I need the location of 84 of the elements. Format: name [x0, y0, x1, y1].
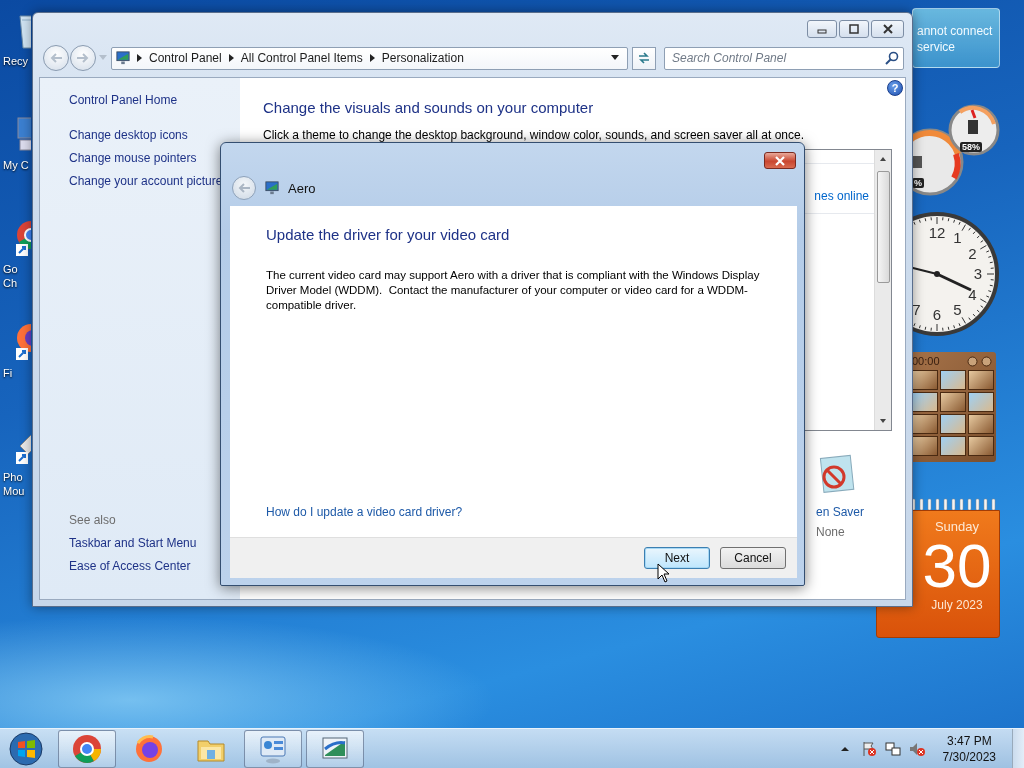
puzzle-tile[interactable]	[912, 392, 938, 412]
gauge-reading: 58%	[960, 142, 982, 152]
left-arrow-icon	[49, 52, 63, 64]
desktop-icon-label[interactable]: Recy	[3, 54, 29, 68]
chevron-icon[interactable]	[369, 54, 375, 62]
desktop-icon-label[interactable]: Fi	[3, 366, 13, 380]
firefox-icon	[133, 732, 165, 765]
computer-icon[interactable]	[14, 114, 31, 154]
monitor-icon	[116, 51, 130, 65]
puzzle-tile[interactable]	[940, 414, 966, 434]
puzzle-tile[interactable]	[940, 436, 966, 456]
desktop-icon-label[interactable]: My C	[3, 158, 29, 172]
close-button[interactable]	[871, 20, 904, 38]
clock-numeral: 5	[953, 300, 962, 318]
breadcrumb-item[interactable]: All Control Panel Items	[240, 51, 363, 65]
left-arrow-icon	[237, 182, 251, 194]
puzzle-timer: 00:00	[912, 355, 940, 367]
puzzle-tile[interactable]	[940, 370, 966, 390]
clock-time[interactable]: 3:47 PM	[946, 732, 992, 749]
puzzle-tile[interactable]	[968, 392, 994, 412]
search-icon[interactable]	[885, 50, 899, 65]
taskbar-button[interactable]	[306, 729, 364, 768]
sidebar-link[interactable]: Control Panel Home	[69, 93, 240, 107]
circle-icon[interactable]	[967, 355, 978, 367]
puzzle-tile[interactable]	[968, 370, 994, 390]
breadcrumb-item[interactable]: Control Panel	[149, 51, 222, 65]
calendar-day: 30	[922, 534, 992, 598]
chevron-icon[interactable]	[137, 54, 142, 62]
calendar-weekday: Sunday	[934, 519, 980, 534]
gadget-message: annot connect service	[912, 8, 1000, 68]
taskbar-button[interactable]	[58, 729, 116, 768]
display-icon	[265, 181, 279, 195]
next-button[interactable]: Next	[644, 547, 710, 569]
desktop-icon-label[interactable]: Go Ch	[3, 262, 18, 290]
refresh-icon	[637, 51, 651, 65]
close-button[interactable]	[764, 152, 796, 169]
caret-icon[interactable]	[611, 55, 619, 61]
puzzle-tile[interactable]	[912, 436, 938, 456]
dialog-message: The current video card may support Aero with a driver that is compliant with the Windows Display Driver Model (WDDM). Contact the manufacturer of your computer or video card for a WDDM-compatible driver.	[266, 268, 761, 313]
screen-saver-value: None	[816, 525, 845, 539]
see-also-heading: See also	[69, 513, 117, 527]
maximize-button[interactable]	[839, 20, 869, 38]
page-heading: Change the visuals and sounds on your computer	[263, 99, 595, 117]
start-orb-icon	[8, 730, 44, 767]
circle-icon[interactable]	[981, 355, 992, 367]
clock-numeral: 4	[968, 285, 977, 303]
close-icon	[774, 155, 786, 166]
cursor-icon	[657, 563, 670, 583]
dialog-title: Aero	[288, 180, 316, 196]
puzzle-tile[interactable]	[968, 436, 994, 456]
breadcrumb-item[interactable]: Personalization	[381, 51, 464, 65]
puzzle-tile[interactable]	[912, 414, 938, 434]
desktop-icon-label[interactable]: Pho Mou	[3, 470, 25, 498]
puzzle-tile[interactable]	[968, 414, 994, 434]
clock-numeral: 6	[932, 306, 942, 323]
taskbar-button[interactable]	[244, 729, 302, 768]
clock-numeral: 12	[928, 224, 946, 241]
search-field[interactable]: Search Control Panel	[664, 46, 904, 70]
close-icon	[881, 24, 894, 34]
calendar-month: July 2023	[931, 598, 983, 612]
network-icon[interactable]	[884, 740, 901, 757]
clock-numeral: 7	[912, 300, 921, 318]
puzzle-tile[interactable]	[912, 370, 938, 390]
clock-numeral: 1	[953, 229, 962, 247]
help-link[interactable]: How do I update a video card driver?	[266, 505, 463, 519]
maximize-icon	[848, 24, 860, 34]
refresh-button[interactable]	[632, 46, 656, 70]
right-arrow-icon	[76, 52, 90, 64]
sidebar-link[interactable]: Change desktop icons	[69, 128, 240, 142]
clock-numeral: 2	[968, 244, 977, 262]
chrome-icon	[71, 732, 103, 765]
page-description: Click a theme to change the desktop background, window color, sounds, and screen saver all at once.	[263, 128, 805, 142]
minimize-button[interactable]	[807, 20, 837, 38]
puzzle-tile[interactable]	[940, 392, 966, 412]
screen-saver-link[interactable]: en Saver	[816, 505, 865, 519]
themes-link[interactable]: nes online	[814, 189, 869, 203]
address-bar[interactable]: Control Panel All Control Panel Items Personalization	[111, 46, 628, 70]
clock-numeral: 3	[973, 265, 983, 282]
flag-icon[interactable]	[860, 740, 877, 757]
dialog-heading: Update the driver for your video card	[266, 226, 511, 244]
scrollbar[interactable]	[874, 150, 891, 430]
chevron-icon[interactable]	[228, 54, 234, 62]
cancel-button[interactable]: Cancel	[720, 547, 786, 569]
clock-date[interactable]: 7/30/2023	[942, 748, 996, 765]
